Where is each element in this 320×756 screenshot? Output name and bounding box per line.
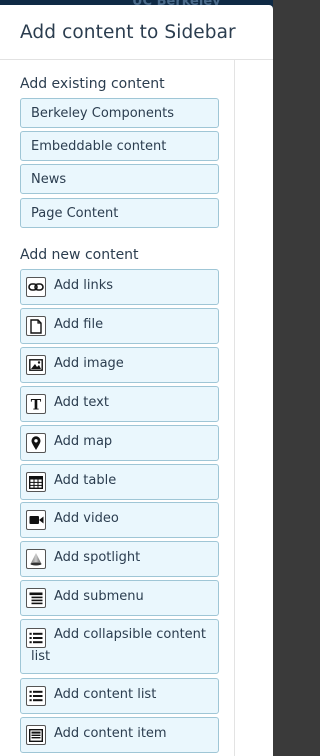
add-map-button[interactable]: Add map [20,425,219,461]
add-spotlight-label: Add spotlight [54,550,141,565]
svg-text:T: T [31,398,42,412]
add-text-button[interactable]: T Add text [20,386,219,422]
add-video-label: Add video [54,511,119,526]
dialog-title: Add content to Sidebar [20,22,236,43]
add-collapsible-content-list-button[interactable]: Add collapsible content list [20,619,219,674]
file-icon [26,316,46,336]
add-text-label: Add text [54,395,109,410]
image-icon [26,355,46,375]
embeddable-content-button[interactable]: Embeddable content [20,131,219,161]
video-camera-icon [26,510,46,530]
new-content-heading: Add new content [20,247,139,263]
content-item-icon [26,725,46,745]
add-links-button[interactable]: Add links [20,269,219,305]
add-video-button[interactable]: Add video [20,502,219,538]
add-collapsible-content-list-label: Add collapsible content list [31,627,206,664]
map-pin-icon [26,433,46,453]
news-button[interactable]: News [20,164,219,194]
existing-content-heading: Add existing content [20,76,165,92]
add-table-label: Add table [54,473,117,488]
add-content-item-label: Add content item [54,726,167,741]
add-spotlight-button[interactable]: Add spotlight [20,541,219,577]
add-content-item-button[interactable]: Add content item [20,717,219,753]
spotlight-icon [26,549,46,569]
add-map-label: Add map [54,434,113,449]
text-icon: T [26,394,46,414]
dialog-header: Add content to Sidebar [0,5,273,60]
add-image-label: Add image [54,356,124,371]
list-icon [26,628,46,648]
page-content-button[interactable]: Page Content [20,198,219,228]
list-icon [26,686,46,706]
add-content-list-button[interactable]: Add content list [20,678,219,714]
add-content-dialog: Add content to Sidebar Add existing cont… [0,5,273,756]
add-content-list-label: Add content list [54,687,157,702]
add-submenu-label: Add submenu [54,589,144,604]
add-links-label: Add links [54,278,114,293]
link-icon [26,277,46,297]
berkeley-components-button[interactable]: Berkeley Components [20,98,219,128]
table-icon [26,472,46,492]
add-file-label: Add file [54,317,104,332]
submenu-icon [26,588,46,608]
content-options-column: Add existing content Berkeley Components… [0,60,235,756]
add-image-button[interactable]: Add image [20,347,219,383]
add-submenu-button[interactable]: Add submenu [20,580,219,616]
add-table-button[interactable]: Add table [20,464,219,500]
add-file-button[interactable]: Add file [20,308,219,344]
